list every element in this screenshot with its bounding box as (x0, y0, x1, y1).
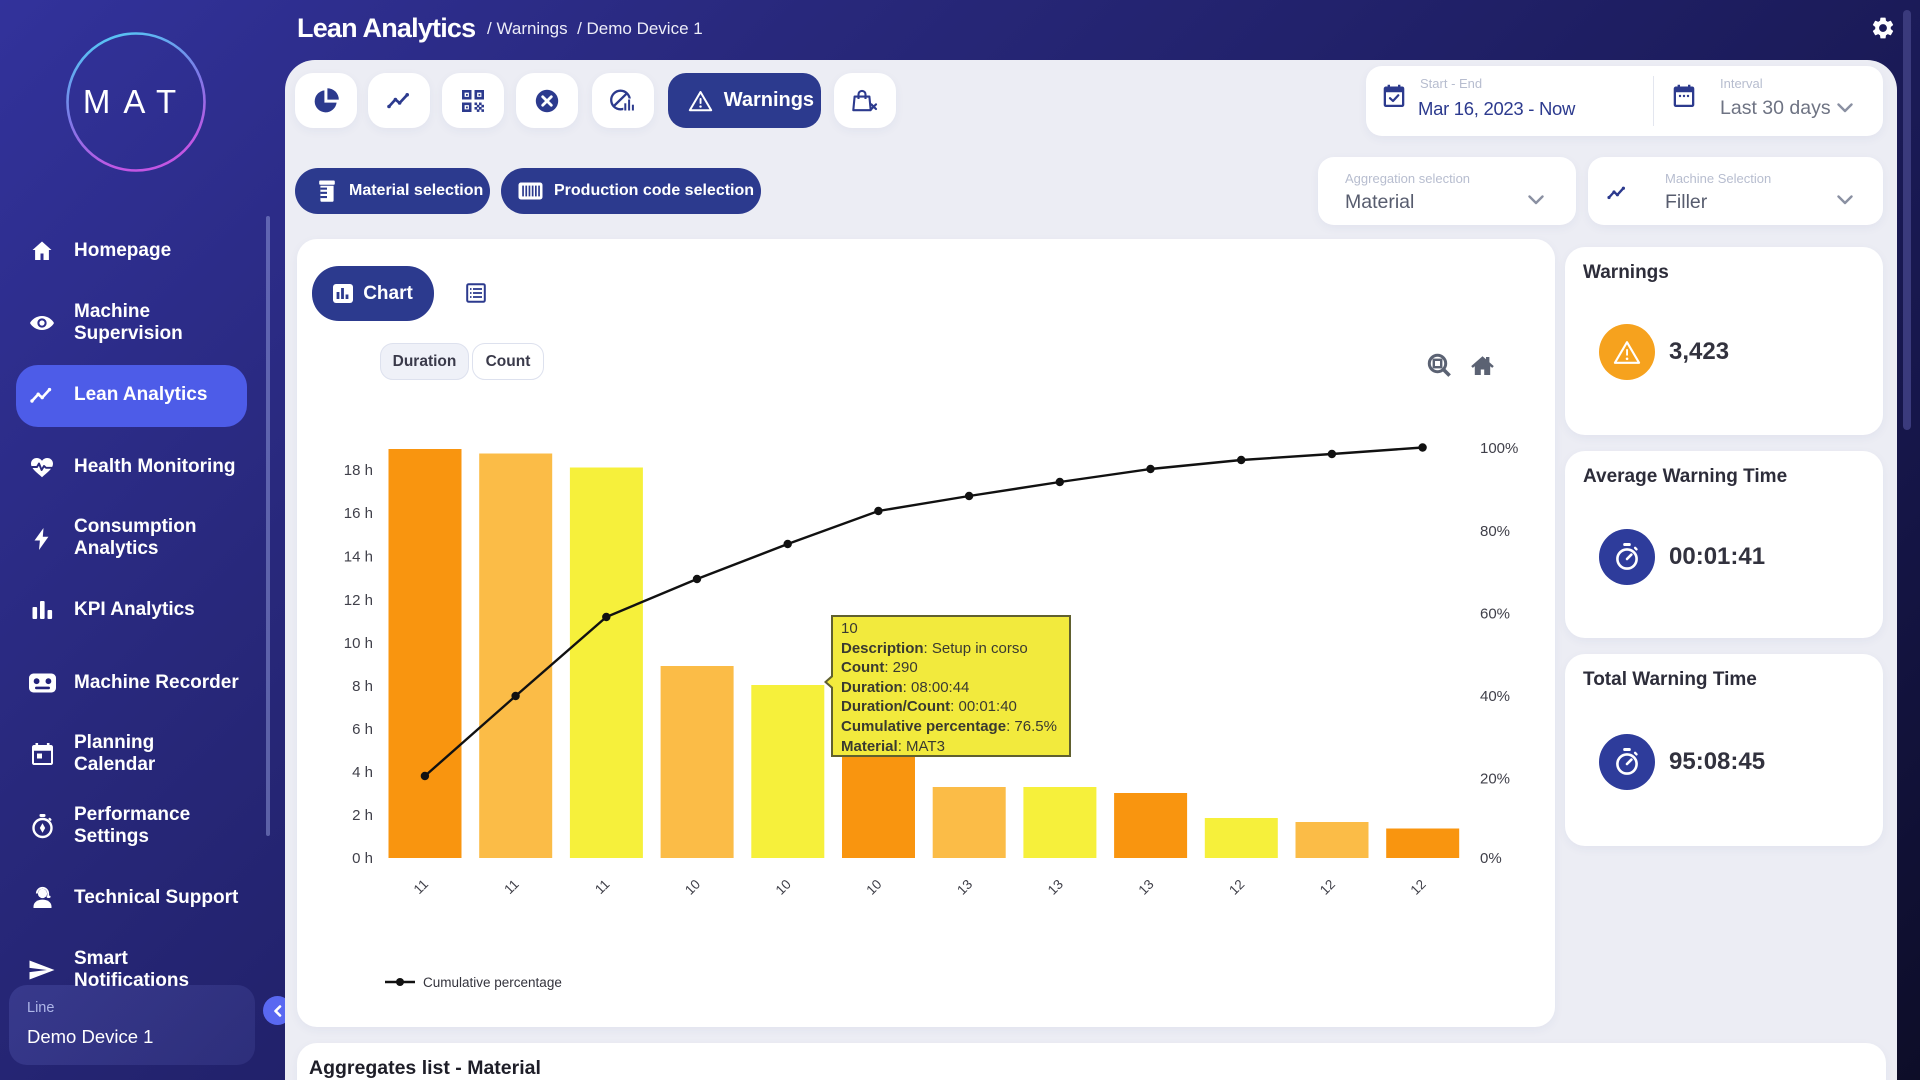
svg-text:12: 12 (1408, 877, 1429, 898)
svg-text:MAT: MAT (83, 83, 189, 120)
svg-text:11: 11 (501, 877, 522, 898)
svg-text:18 h: 18 h (344, 462, 373, 479)
svg-text:0%: 0% (1480, 850, 1502, 867)
svg-text:10: 10 (863, 877, 884, 898)
svg-text:11: 11 (411, 877, 432, 898)
svg-text:13: 13 (954, 877, 975, 898)
svg-text:13: 13 (1135, 877, 1156, 898)
svg-text:13: 13 (1045, 877, 1066, 898)
svg-text:12: 12 (1226, 877, 1247, 898)
svg-text:10: 10 (773, 877, 794, 898)
svg-text:2 h: 2 h (352, 807, 373, 824)
svg-text:8 h: 8 h (352, 678, 373, 695)
svg-text:20%: 20% (1480, 771, 1510, 788)
svg-text:4 h: 4 h (352, 764, 373, 781)
svg-text:12 h: 12 h (344, 592, 373, 609)
svg-text:100%: 100% (1480, 440, 1518, 457)
svg-text:Cumulative percentage: Cumulative percentage (423, 975, 562, 990)
svg-text:60%: 60% (1480, 606, 1510, 623)
svg-text:80%: 80% (1480, 523, 1510, 540)
svg-text:0 h: 0 h (352, 850, 373, 867)
svg-text:16 h: 16 h (344, 505, 373, 522)
svg-text:11: 11 (592, 877, 613, 898)
svg-text:12: 12 (1317, 877, 1338, 898)
svg-text:14 h: 14 h (344, 549, 373, 566)
svg-text:10 h: 10 h (344, 635, 373, 652)
svg-text:6 h: 6 h (352, 721, 373, 738)
svg-text:10: 10 (682, 877, 703, 898)
svg-text:40%: 40% (1480, 688, 1510, 705)
